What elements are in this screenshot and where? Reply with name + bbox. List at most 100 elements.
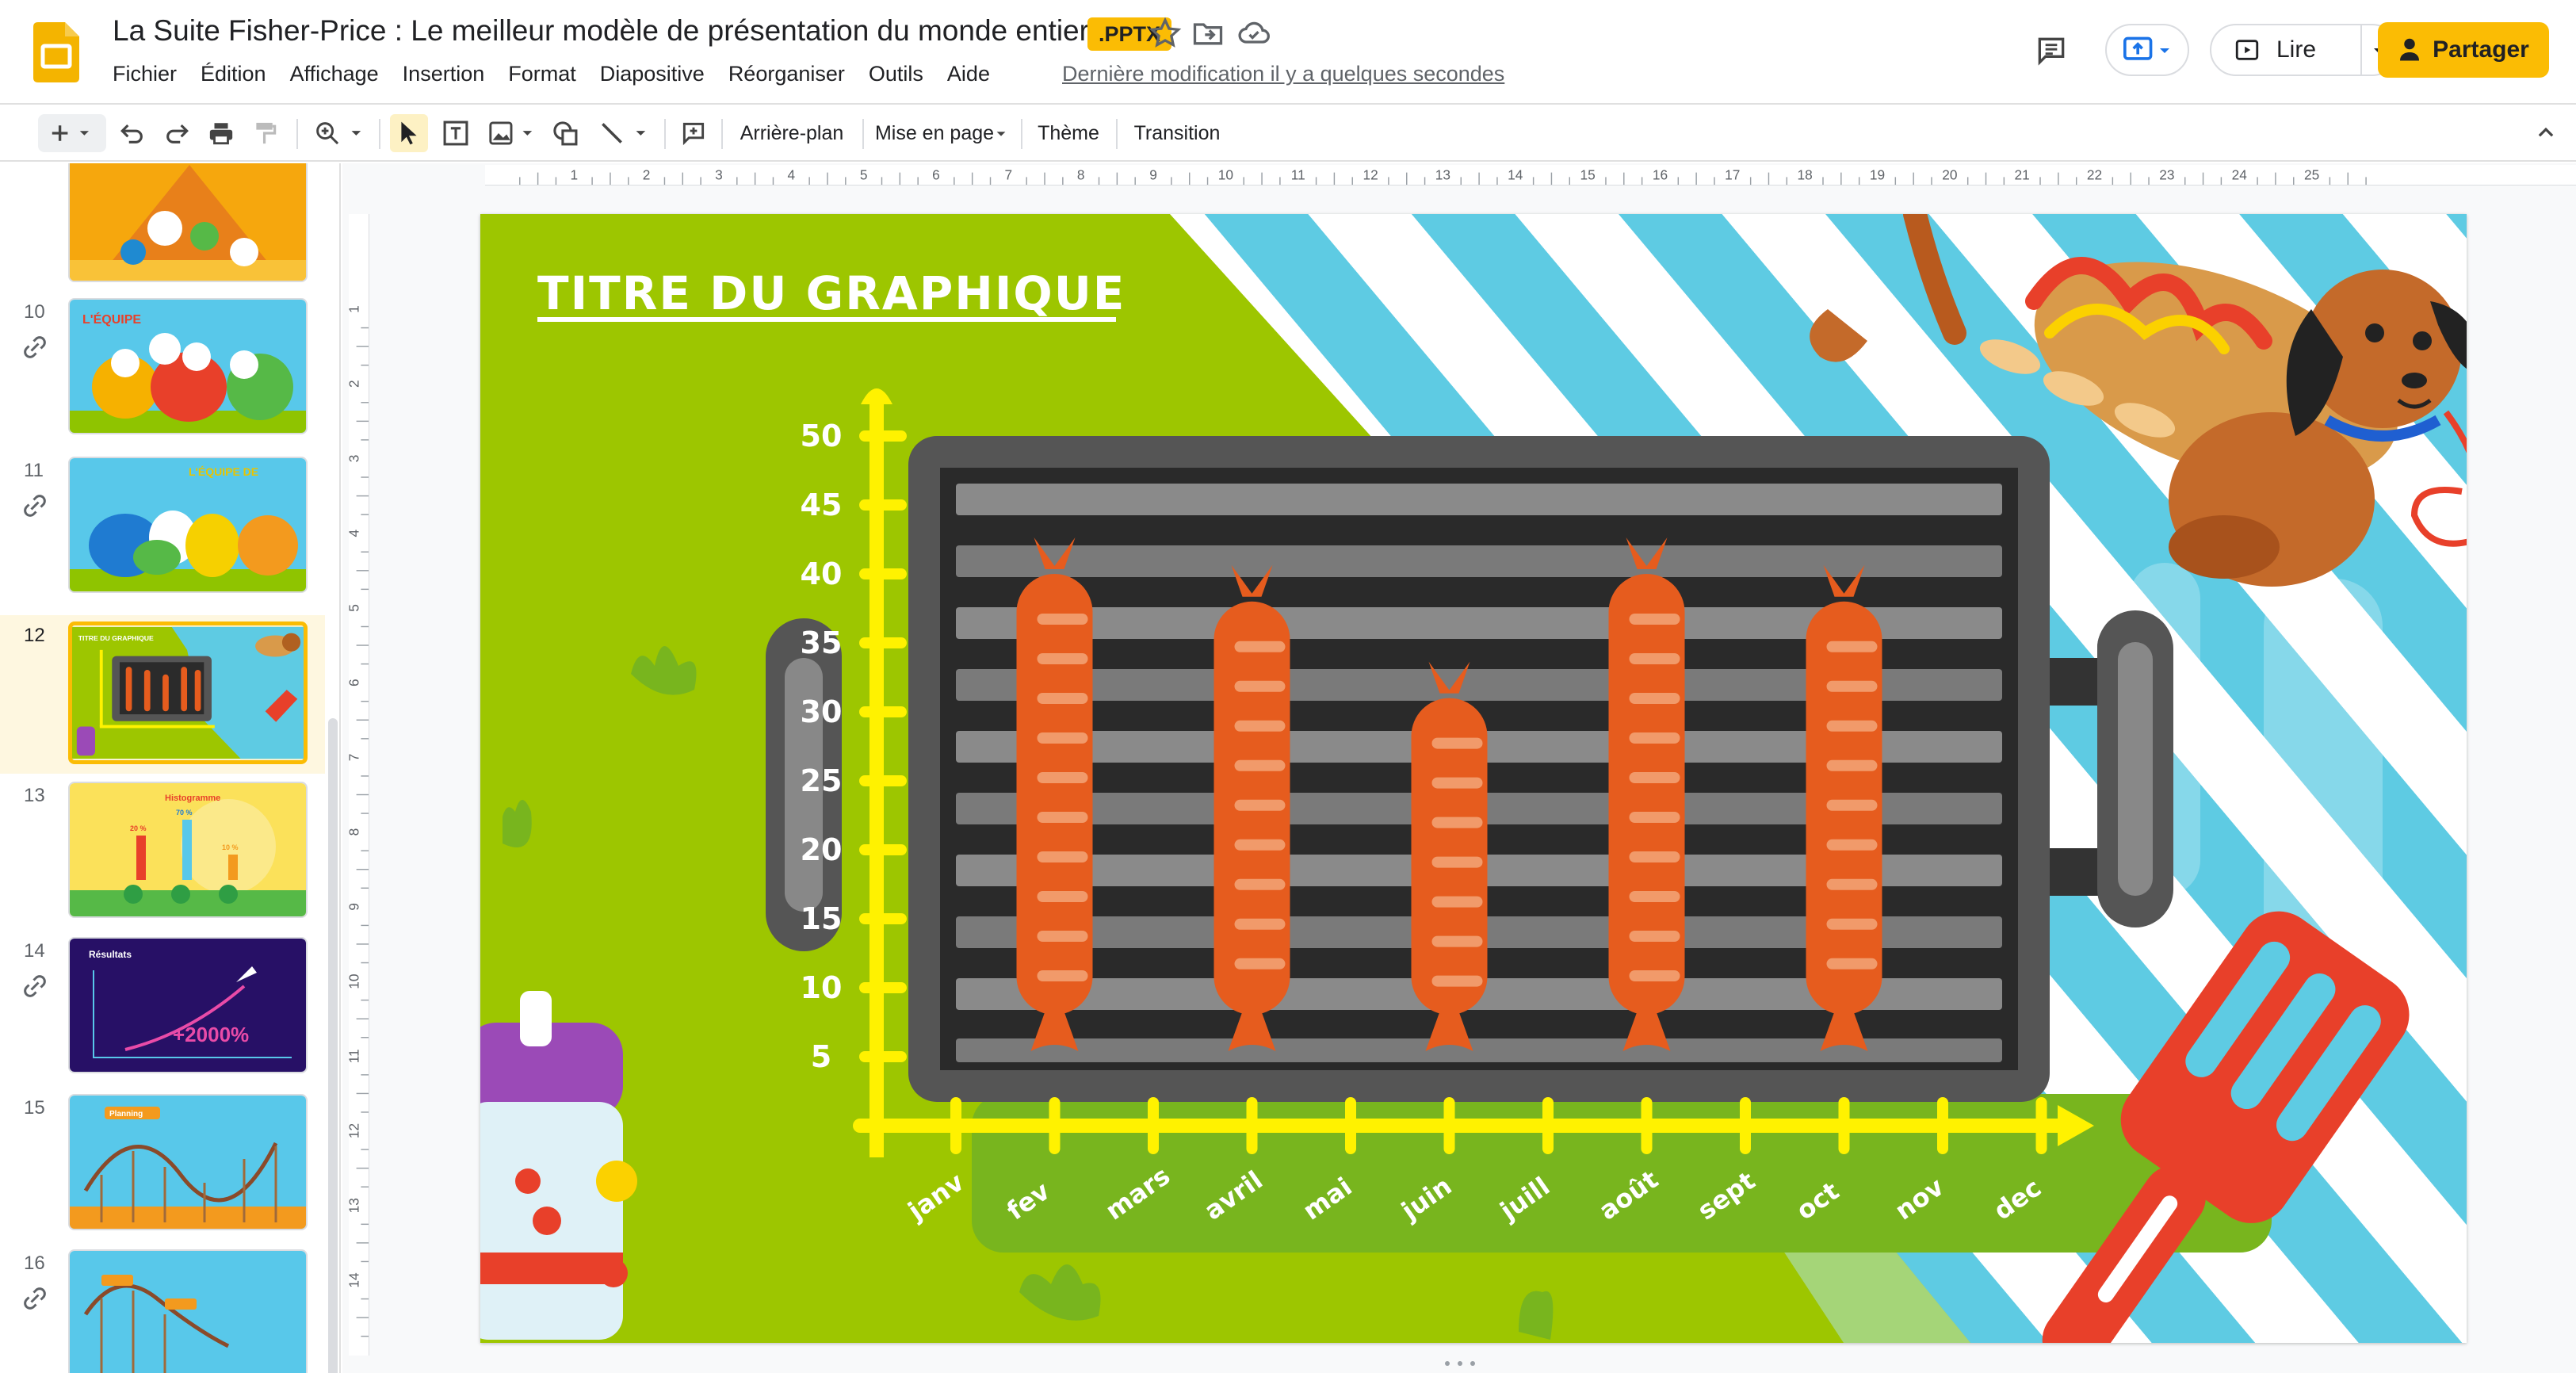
linked-slide-icon	[24, 975, 46, 997]
y-tick	[859, 844, 907, 855]
filmstrip-slide-9[interactable]	[0, 163, 325, 298]
background-button[interactable]: Arrière-plan	[732, 114, 851, 152]
undo-button[interactable]	[114, 114, 151, 152]
x-tick	[1641, 1097, 1653, 1154]
insert-comment-button[interactable]	[675, 114, 712, 152]
x-tick	[1246, 1097, 1258, 1154]
ruler-label: 10	[349, 973, 362, 989]
sausage-highlight	[1037, 653, 1088, 664]
menu-insert[interactable]: Insertion	[403, 62, 485, 94]
slide-thumbnail[interactable]	[68, 1249, 308, 1373]
filmstrip-slide-14[interactable]: 14 Résultats +2000%	[0, 937, 325, 1088]
thumb-title-text: Planning	[109, 1110, 143, 1119]
horizontal-ruler[interactable]: 1 2 3 4 5 6 7 8 9 10 11 12 13 14 15 16 17 18 19 20 21 22 23 24 2…	[485, 165, 2576, 185]
sausage-highlight	[1629, 970, 1680, 981]
menu-slide[interactable]: Diapositive	[600, 62, 705, 94]
slide-thumbnail[interactable]: Planning	[68, 1094, 308, 1230]
text-box-tool[interactable]	[438, 114, 474, 152]
bar-sausage[interactable]	[1411, 661, 1488, 1051]
filmstrip-slide-11[interactable]: 11 L'ÉQUIPE DE	[0, 457, 325, 607]
bar-sausage[interactable]	[1608, 537, 1685, 1051]
slide-thumbnail-active[interactable]: TITRE DU GRAPHIQUE	[68, 621, 308, 764]
ruler-label: 18	[1798, 166, 1813, 182]
redo-button[interactable]	[159, 114, 195, 152]
transition-button[interactable]: Transition	[1126, 114, 1229, 152]
shape-tool[interactable]	[547, 114, 583, 152]
ruler-label: 4	[349, 530, 362, 537]
y-tick	[859, 499, 907, 511]
bar-sausage[interactable]	[1213, 564, 1290, 1051]
menu-tools[interactable]: Outils	[869, 62, 923, 94]
menu-help[interactable]: Aide	[947, 62, 990, 94]
move-folder-icon[interactable]	[1191, 16, 1225, 51]
toolbar: Arrière-plan Mise en page Thème Transiti…	[0, 103, 2576, 162]
select-tool[interactable]	[390, 114, 428, 152]
ruler-label: 5	[349, 604, 362, 612]
theme-button[interactable]: Thème	[1030, 114, 1106, 152]
slideshow-button[interactable]: Lire	[2210, 24, 2362, 76]
y-axis-label: 15	[801, 901, 843, 936]
filmstrip-slide-10[interactable]: 10 L'ÉQUIPE	[0, 298, 325, 449]
sausage-highlight	[1037, 970, 1088, 981]
menu-file[interactable]: Fichier	[113, 62, 177, 94]
cloud-saved-icon[interactable]	[1236, 16, 1271, 51]
ruler-label: 6	[349, 679, 362, 686]
slides-logo-icon[interactable]	[33, 22, 79, 82]
ruler-label: 11	[349, 1049, 362, 1063]
y-tick	[859, 706, 907, 717]
sausage-highlight	[1037, 772, 1088, 783]
star-icon[interactable]	[1148, 16, 1183, 51]
notes-resize-handle[interactable]	[1443, 1360, 1477, 1367]
slide-thumbnail[interactable]	[68, 163, 308, 282]
sausage-highlight	[1234, 680, 1286, 692]
insert-image-tool[interactable]	[483, 114, 539, 152]
filmstrip-slide-13[interactable]: 13 Histogramme 20 % 70 % 10 %	[0, 782, 325, 932]
slide-number: 13	[24, 785, 45, 806]
menu-format[interactable]: Format	[508, 62, 576, 94]
line-tool[interactable]	[593, 114, 656, 152]
sausage-highlight	[1431, 737, 1483, 749]
print-button[interactable]	[203, 114, 239, 152]
ruler-label: 21	[2015, 166, 2030, 182]
present-to-meeting-button[interactable]	[2105, 24, 2189, 76]
bar-sausage[interactable]	[1016, 537, 1093, 1051]
sausage-highlight	[1629, 732, 1680, 744]
x-tick	[1937, 1097, 1948, 1154]
thumb-bar-label: 10 %	[222, 843, 239, 851]
bar-sausage[interactable]	[1806, 564, 1882, 1051]
filmstrip-slide-12[interactable]: 12 TITRE DU GRAPHIQUE	[0, 615, 325, 774]
y-axis-label: 30	[801, 694, 843, 729]
thumb-value-text: +2000%	[173, 1023, 249, 1046]
document-title[interactable]: La Suite Fisher-Price : Le meilleur modè…	[113, 14, 1089, 48]
chart-title[interactable]: TITRE DU GRAPHIQUE	[537, 266, 1126, 320]
filmstrip-slide-15[interactable]: 15 Planning	[0, 1094, 325, 1245]
menu-view[interactable]: Affichage	[290, 62, 379, 94]
slide-thumbnail[interactable]: L'ÉQUIPE	[68, 298, 308, 434]
x-axis-line	[853, 1119, 2066, 1133]
zoom-button[interactable]	[308, 114, 373, 152]
menu-arrange[interactable]: Réorganiser	[728, 62, 845, 94]
sausage-highlight	[1234, 759, 1286, 771]
chevron-down-icon	[2160, 48, 2169, 53]
sausage-highlight	[1234, 799, 1286, 811]
x-tick	[1838, 1097, 1850, 1154]
y-tick	[859, 568, 907, 579]
slide-thumbnail[interactable]: L'ÉQUIPE DE	[68, 457, 308, 593]
sausage-highlight	[1431, 856, 1483, 868]
paint-format-button[interactable]	[247, 114, 284, 152]
ruler-label: 3	[349, 455, 362, 463]
slide-number: 11	[24, 460, 44, 481]
filmstrip-scrollbar[interactable]	[328, 718, 338, 1373]
layout-dropdown[interactable]: Mise en page	[872, 114, 1011, 152]
filmstrip-slide-16[interactable]: 16	[0, 1249, 325, 1373]
new-slide-button[interactable]	[38, 114, 106, 152]
collapse-toolbar-button[interactable]	[2527, 114, 2565, 152]
comments-button[interactable]	[2032, 32, 2070, 70]
slide-thumbnail[interactable]: Résultats +2000%	[68, 937, 308, 1073]
share-button[interactable]: Partager	[2378, 22, 2549, 78]
last-edit-link[interactable]: Dernière modification il y a quelques se…	[1062, 62, 1504, 86]
menu-edit[interactable]: Édition	[201, 62, 266, 94]
slide-editor-canvas[interactable]: TITRE DU GRAPHIQUE janv fev mars avril m…	[480, 214, 2467, 1343]
vertical-ruler[interactable]: 1234567891011121314	[349, 214, 369, 1356]
slide-thumbnail[interactable]: Histogramme 20 % 70 % 10 %	[68, 782, 308, 918]
